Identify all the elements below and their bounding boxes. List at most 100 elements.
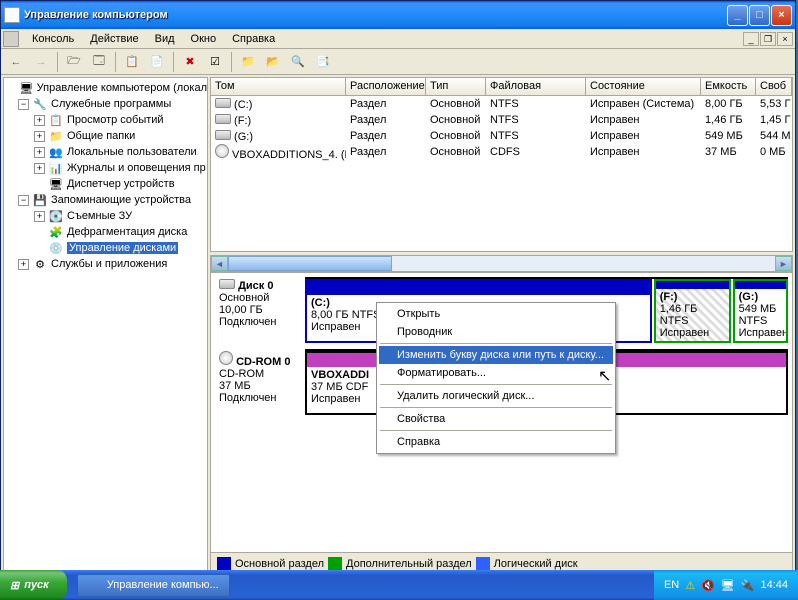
expand-toggle[interactable]: + (34, 131, 45, 142)
tree-services[interactable]: Службы и приложения (51, 258, 167, 270)
scroll-right[interactable]: ► (775, 256, 792, 271)
horizontal-scrollbar[interactable]: ◄ ► (210, 255, 793, 272)
system-tray[interactable]: EN ⚠ 🔇 🖥 🔌 14:44 (654, 570, 798, 600)
expand-toggle[interactable]: + (34, 115, 45, 126)
expand-toggle[interactable]: + (34, 163, 45, 174)
ctx-properties[interactable]: Свойства (379, 410, 613, 428)
expand-toggle[interactable]: + (34, 147, 45, 158)
tree-utilities[interactable]: Служебные программы (51, 98, 171, 110)
volume-cd-icon (215, 144, 229, 158)
find-button[interactable]: 🔍 (287, 51, 309, 73)
tree-shared[interactable]: Общие папки (67, 130, 135, 142)
partition-f[interactable]: (F:)1,46 ГБ NTFSИсправен (654, 279, 731, 343)
tray-icon[interactable]: 🔌 (741, 579, 755, 592)
volume-row[interactable]: (G:)РазделОсновнойNTFSИсправен549 МБ544 … (211, 128, 792, 144)
col-status[interactable]: Состояние (586, 78, 701, 96)
expand-toggle[interactable]: − (18, 99, 29, 110)
tray-network-icon[interactable]: 🔇 (701, 579, 715, 592)
cdrom-header[interactable]: CD-ROM 0 CD-ROM 37 МБ Подключен (215, 349, 305, 415)
volume-disk-icon (215, 114, 231, 124)
share-icon: 📁 (48, 128, 64, 144)
volume-row[interactable]: VBOXADDITIONS_4. (D:)РазделОсновнойCDFSИ… (211, 144, 792, 160)
action-button[interactable]: ☑ (204, 51, 226, 73)
language-indicator[interactable]: EN (664, 579, 679, 591)
menu-action[interactable]: Действие (83, 31, 145, 47)
col-type[interactable]: Тип (426, 78, 486, 96)
volume-disk-icon (215, 130, 231, 140)
tree-removable[interactable]: Съемные ЗУ (67, 210, 132, 222)
folder2-button[interactable]: 📂 (262, 51, 284, 73)
event-icon: 📋 (48, 112, 64, 128)
tray-shield-icon[interactable]: ⚠ (685, 579, 695, 592)
expand-toggle[interactable]: + (18, 259, 29, 270)
partition-g[interactable]: (G:)549 МБ NTFSИсправен (733, 279, 788, 343)
legend-swatch-logical (476, 557, 490, 571)
tray-volume-icon[interactable]: 🖥 (721, 579, 735, 592)
start-button[interactable]: ⊞пуск (0, 570, 67, 600)
perf-icon: 📊 (48, 160, 64, 176)
ctx-change-letter[interactable]: Изменить букву диска или путь к диску... (379, 346, 613, 364)
scroll-left[interactable]: ◄ (211, 256, 228, 271)
properties-button[interactable]: 🗔 (88, 51, 110, 73)
disk-icon: 💿 (48, 240, 64, 256)
folder-button[interactable]: 📁 (237, 51, 259, 73)
col-layout[interactable]: Расположение (346, 78, 426, 96)
ctx-open[interactable]: Открыть (379, 305, 613, 323)
ctx-help[interactable]: Справка (379, 433, 613, 451)
tree-devmgr[interactable]: Диспетчер устройств (67, 178, 175, 190)
tree-view[interactable]: 🖥Управление компьютером (локал −🔧Служебн… (3, 77, 208, 575)
forward-button[interactable]: → (30, 51, 52, 73)
window-title: Управление компьютером (24, 9, 168, 21)
toolbar: ← → 🗁 🗔 📋 📄 ✖ ☑ 📁 📂 🔍 📑 (1, 49, 795, 75)
storage-icon: 💾 (32, 192, 48, 208)
col-volume[interactable]: Том (211, 78, 346, 96)
tree-logs[interactable]: Журналы и оповещения пр (67, 162, 206, 174)
menu-help[interactable]: Справка (225, 31, 282, 47)
scroll-thumb[interactable] (228, 256, 392, 271)
ctx-delete[interactable]: Удалить логический диск... (379, 387, 613, 405)
menu-view[interactable]: Вид (148, 31, 182, 47)
clock[interactable]: 14:44 (760, 579, 788, 591)
tree-users[interactable]: Локальные пользователи (67, 146, 197, 158)
tree-storage[interactable]: Запоминающие устройства (51, 194, 191, 206)
back-button[interactable]: ← (5, 51, 27, 73)
titlebar[interactable]: Управление компьютером _ □ × (1, 1, 795, 29)
expand-toggle[interactable]: − (18, 195, 29, 206)
ctx-explorer[interactable]: Проводник (379, 323, 613, 341)
tree-root[interactable]: Управление компьютером (локал (37, 82, 207, 94)
list-button[interactable]: 📑 (312, 51, 334, 73)
col-capacity[interactable]: Емкость (701, 78, 756, 96)
context-menu[interactable]: Открыть Проводник Изменить букву диска и… (376, 302, 616, 454)
menu-window[interactable]: Окно (184, 31, 224, 47)
col-free[interactable]: Своб (756, 78, 792, 96)
tree-eventvwr[interactable]: Просмотр событий (67, 114, 164, 126)
expand-toggle[interactable]: + (34, 211, 45, 222)
task-icon (88, 578, 102, 592)
settings-button[interactable]: ✖ (179, 51, 201, 73)
export-button[interactable]: 📄 (146, 51, 168, 73)
up-button[interactable]: 🗁 (63, 51, 85, 73)
users-icon: 👥 (48, 144, 64, 160)
mdi-close[interactable]: × (777, 32, 793, 46)
tree-defrag[interactable]: Дефрагментация диска (67, 226, 187, 238)
legend-swatch-ext (328, 557, 342, 571)
taskbar[interactable]: ⊞пуск Управление компью... EN ⚠ 🔇 🖥 🔌 14… (0, 570, 798, 600)
tree-diskmgmt[interactable]: Управление дисками (67, 242, 178, 254)
close-button[interactable]: × (771, 5, 792, 26)
maximize-button[interactable]: □ (749, 5, 770, 26)
volume-row[interactable]: (F:)РазделОсновнойNTFSИсправен1,46 ГБ1,4… (211, 112, 792, 128)
ctx-format[interactable]: Форматировать... (379, 364, 613, 382)
taskbar-item[interactable]: Управление компью... (77, 574, 230, 597)
mdi-restore[interactable]: ❐ (760, 32, 776, 46)
refresh-button[interactable]: 📋 (121, 51, 143, 73)
windows-logo-icon: ⊞ (10, 579, 19, 592)
app-icon (4, 7, 20, 23)
disk-header[interactable]: Диск 0 Основной 10,00 ГБ Подключен (215, 277, 305, 343)
menubar: Консоль Действие Вид Окно Справка _ ❐ × (1, 29, 795, 49)
mdi-minimize[interactable]: _ (743, 32, 759, 46)
minimize-button[interactable]: _ (727, 5, 748, 26)
col-fs[interactable]: Файловая система (486, 78, 586, 96)
volume-list[interactable]: Том Расположение Тип Файловая система Со… (210, 77, 793, 252)
menu-console[interactable]: Консоль (25, 31, 81, 47)
volume-row[interactable]: (C:)РазделОсновнойNTFSИсправен (Система)… (211, 96, 792, 112)
